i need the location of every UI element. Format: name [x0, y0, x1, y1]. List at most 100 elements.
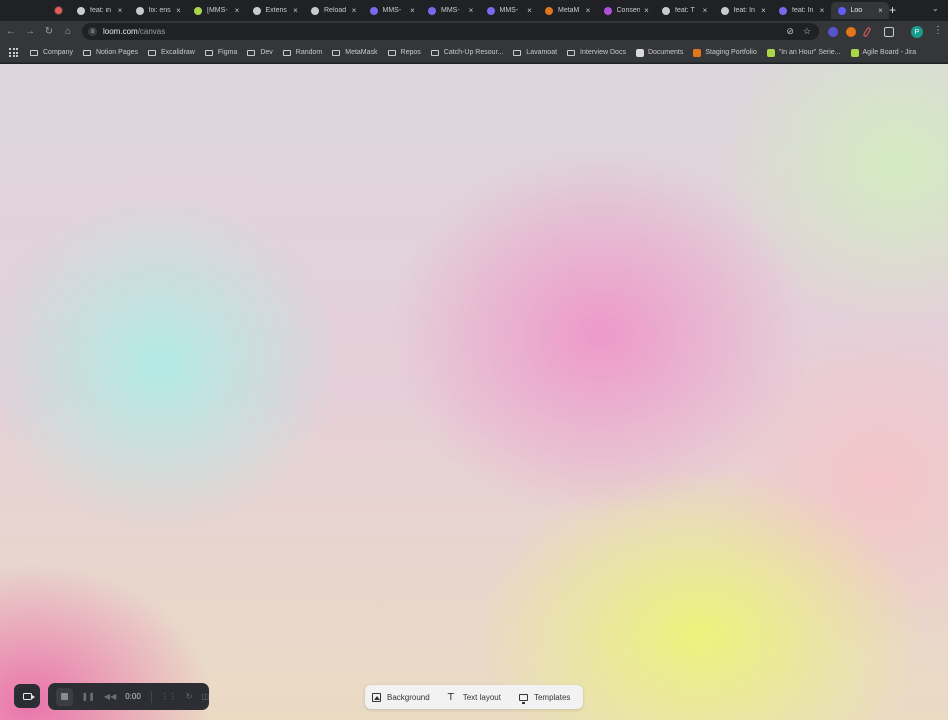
- jira-green-icon: [194, 6, 202, 15]
- tab-label: MetaM: [558, 7, 580, 14]
- tab[interactable]: Loo ×: [830, 2, 889, 19]
- bookmark-label: Staging Portfolio: [705, 49, 757, 56]
- tab[interactable]: Reload ×: [304, 2, 363, 19]
- bookmark-item[interactable]: Agile Board - Jira: [850, 48, 916, 57]
- atlassian-icon: [779, 6, 787, 15]
- bookmark-item[interactable]: Company: [30, 49, 73, 56]
- bookmark-item[interactable]: Lavamoat: [513, 49, 557, 56]
- bookmark-label: Figma: [217, 49, 238, 56]
- bookmark-item[interactable]: Interview Docs: [567, 49, 626, 56]
- tab-close-icon[interactable]: ×: [818, 6, 827, 15]
- stop-icon: [60, 693, 68, 700]
- folder-icon: [567, 49, 576, 56]
- templates-button[interactable]: Templates: [518, 693, 570, 704]
- bookmark-star-icon[interactable]: ☆: [803, 26, 811, 37]
- bookmark-item[interactable]: "In an Hour" Serie...: [766, 48, 841, 57]
- bookmark-item[interactable]: Repos: [387, 49, 421, 56]
- back-arrow-icon[interactable]: ←: [5, 26, 17, 38]
- tab-close-icon[interactable]: ×: [759, 6, 768, 15]
- tab-close-icon[interactable]: ×: [291, 6, 300, 15]
- tab[interactable]: feat: In ×: [714, 2, 773, 19]
- tab[interactable]: feat: In ×: [772, 2, 831, 19]
- tab-close-icon[interactable]: ×: [584, 6, 593, 15]
- tab[interactable]: feat: in ×: [70, 2, 129, 19]
- tab-close-icon[interactable]: ×: [408, 6, 417, 15]
- bookmark-item[interactable]: Notion Pages: [82, 49, 138, 56]
- atlassian-icon: [369, 6, 378, 15]
- trash-icon[interactable]: ◫: [201, 692, 209, 701]
- github-icon: [720, 6, 729, 15]
- tab[interactable]: MetaM ×: [538, 2, 597, 19]
- stop-button[interactable]: [56, 687, 73, 706]
- tab-close-icon[interactable]: ×: [350, 6, 359, 15]
- restart-icon[interactable]: ↻: [186, 692, 193, 701]
- extensions-puzzle-icon[interactable]: [884, 27, 894, 37]
- tab-close-icon[interactable]: ×: [642, 6, 651, 15]
- tab-search-icon[interactable]: ⌄: [932, 4, 939, 13]
- address-bar[interactable]: ≡ loom.com/canvas ⊘ ☆: [82, 23, 819, 40]
- site-info-icon[interactable]: ≡: [88, 27, 97, 36]
- bookmark-item[interactable]: Dev: [247, 49, 273, 56]
- bookmark-item[interactable]: MetaMask: [332, 49, 378, 56]
- tab[interactable]: [MMS- ×: [187, 2, 246, 19]
- tab[interactable]: MMS- ×: [421, 2, 480, 19]
- extension-pen-icon[interactable]: [862, 26, 872, 38]
- menu-kebab-icon[interactable]: ⋮: [933, 25, 943, 36]
- tab[interactable]: feat: T ×: [655, 2, 714, 19]
- tab-close-icon[interactable]: ×: [525, 6, 534, 15]
- divider: [150, 690, 152, 703]
- bookmark-label: Catch-Up Resour...: [443, 49, 504, 56]
- tab[interactable]: Extens ×: [246, 2, 305, 19]
- puzzle-icon: [252, 6, 261, 15]
- tab[interactable]: MMS- ×: [363, 2, 422, 19]
- extension-metamask-icon[interactable]: [846, 27, 856, 37]
- tab[interactable]: MMS- ×: [480, 2, 539, 19]
- bookmark-label: Lavamoat: [526, 49, 558, 56]
- drag-handle-icon[interactable]: ⋮⋮: [161, 692, 177, 701]
- folder-icon: [82, 49, 91, 56]
- tab-close-icon[interactable]: ×: [233, 6, 242, 15]
- text-layout-button[interactable]: T Text layout: [447, 691, 501, 703]
- apps-grid-icon[interactable]: [9, 48, 18, 57]
- text-icon: T: [447, 691, 454, 703]
- pause-icon[interactable]: ❚❚: [82, 692, 95, 701]
- bookmark-label: MetaMask: [345, 49, 378, 56]
- tab-label: Reload: [324, 7, 347, 14]
- reload-icon[interactable]: ↻: [43, 26, 55, 38]
- tab-close-icon[interactable]: ×: [467, 6, 476, 15]
- bookmark-item[interactable]: Random: [282, 49, 322, 56]
- tab[interactable]: fix: ens ×: [129, 2, 188, 19]
- tab-close-icon[interactable]: ×: [174, 6, 183, 15]
- bookmark-label: "In an Hour" Serie...: [778, 49, 841, 56]
- recording-indicator-icon: [55, 7, 62, 14]
- tab-close-icon[interactable]: ×: [876, 6, 885, 15]
- tab-label: MMS-: [382, 7, 402, 14]
- rewind-icon[interactable]: ◀◀: [104, 692, 116, 701]
- camera-button[interactable]: [14, 684, 40, 708]
- gradient-canvas: [0, 64, 948, 720]
- extension-loom-icon[interactable]: [828, 27, 838, 37]
- atlassian-icon: [428, 6, 436, 15]
- bookmark-item[interactable]: Catch-Up Resour...: [430, 49, 504, 56]
- bookmark-item[interactable]: Documents: [635, 48, 683, 57]
- bookmark-item[interactable]: Excalidraw: [148, 49, 195, 56]
- tab-list: feat: in × fix: ens × [MMS- × Extens × Reload × MM…: [70, 2, 889, 21]
- consensys-icon: [603, 6, 612, 15]
- home-icon[interactable]: ⌂: [62, 26, 74, 38]
- background-button[interactable]: Background: [372, 692, 430, 702]
- profile-avatar[interactable]: P: [911, 26, 923, 38]
- tab-close-icon[interactable]: ×: [116, 6, 125, 15]
- tab[interactable]: Consen ×: [597, 2, 656, 19]
- text-layout-label: Text layout: [462, 692, 501, 702]
- github-icon: [77, 6, 85, 15]
- new-tab-button[interactable]: +: [889, 3, 896, 17]
- bookmark-item[interactable]: Figma: [204, 49, 238, 56]
- monitor-icon: [518, 693, 528, 704]
- forward-arrow-icon[interactable]: →: [24, 26, 36, 38]
- bookmark-label: Dev: [260, 49, 273, 56]
- bookmark-label: Company: [43, 49, 73, 56]
- eye-off-icon[interactable]: ⊘: [786, 26, 794, 37]
- tab-close-icon[interactable]: ×: [701, 6, 710, 15]
- image-icon: [372, 692, 381, 702]
- bookmark-item[interactable]: Staging Portfolio: [693, 48, 757, 57]
